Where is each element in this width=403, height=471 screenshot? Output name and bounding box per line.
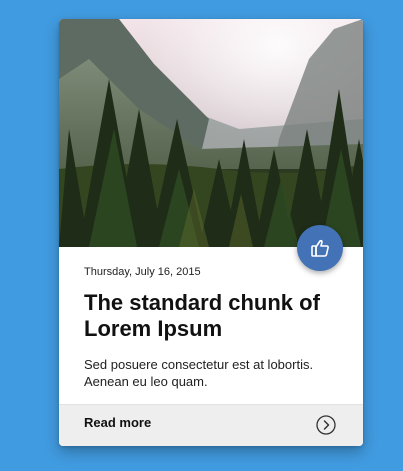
card-description: Sed posuere consectetur est at lobortis.… xyxy=(84,357,314,389)
card-photo xyxy=(59,19,363,247)
read-more-link[interactable]: Read more xyxy=(84,415,151,430)
like-button[interactable] xyxy=(297,225,343,271)
article-card: Thursday, July 16, 2015 The standard chu… xyxy=(59,19,363,446)
thumbs-up-icon xyxy=(311,239,329,257)
read-more-footer[interactable]: Read more xyxy=(59,404,363,446)
post-date: Thursday, July 16, 2015 xyxy=(84,266,201,278)
card-title: The standard chunk of Lorem Ipsum xyxy=(84,290,320,341)
chevron-right-circle-icon[interactable] xyxy=(316,415,336,435)
